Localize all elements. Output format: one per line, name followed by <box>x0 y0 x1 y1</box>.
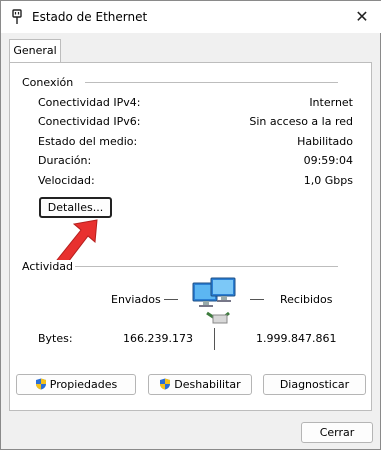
sent-dash <box>164 299 178 300</box>
title-bar: Estado de Ethernet ✕ <box>1 1 381 33</box>
activity-group-line <box>75 266 338 267</box>
disable-button[interactable]: Deshabilitar <box>148 374 252 395</box>
ipv6-value: Sin acceso a la red <box>249 115 353 128</box>
media-state-label: Estado del medio: <box>38 135 138 148</box>
media-state-value: Habilitado <box>297 135 353 148</box>
bytes-sent-value: 166.239.173 <box>123 332 193 345</box>
received-label: Recibidos <box>280 293 333 306</box>
received-dash <box>250 299 264 300</box>
properties-button[interactable]: Propiedades <box>16 374 136 395</box>
network-computers-icon <box>192 277 236 324</box>
diagnose-button[interactable]: Diagnosticar <box>263 374 366 395</box>
speed-value: 1,0 Gbps <box>303 174 353 187</box>
properties-label: Propiedades <box>49 378 118 391</box>
tab-general[interactable]: General <box>9 39 61 63</box>
uac-shield-icon <box>160 378 171 390</box>
ethernet-status-window: Estado de Ethernet ✕ General Conexión Co… <box>0 0 381 450</box>
duration-value: 09:59:04 <box>303 154 353 167</box>
connection-group-line <box>85 82 338 83</box>
speed-label: Velocidad: <box>38 174 95 187</box>
duration-label: Duración: <box>38 154 92 167</box>
disable-label: Deshabilitar <box>174 378 241 391</box>
bytes-divider <box>214 328 215 350</box>
ipv4-label: Conectividad IPv4: <box>38 96 141 109</box>
connection-group-label: Conexión <box>22 76 74 89</box>
window-title: Estado de Ethernet <box>32 10 148 24</box>
close-window-button[interactable]: ✕ <box>352 7 372 27</box>
bytes-label: Bytes: <box>38 332 73 345</box>
activity-group-label: Actividad <box>22 260 74 273</box>
close-button[interactable]: Cerrar <box>301 422 373 443</box>
details-button[interactable]: Detalles... <box>39 197 112 218</box>
sent-label: Enviados <box>111 293 161 306</box>
ipv4-value: Internet <box>309 96 353 109</box>
uac-shield-icon <box>35 378 46 390</box>
ipv6-label: Conectividad IPv6: <box>38 115 141 128</box>
bytes-received-value: 1.999.847.861 <box>256 332 337 345</box>
ethernet-plug-icon <box>12 9 22 24</box>
